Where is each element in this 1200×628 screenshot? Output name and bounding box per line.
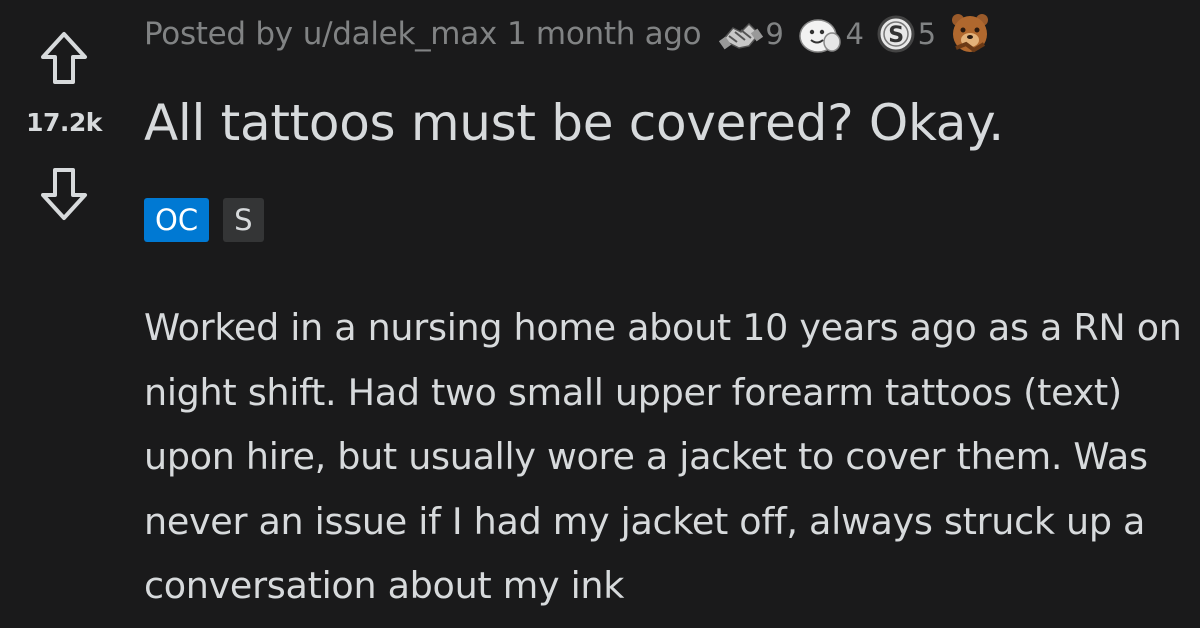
award-handshake[interactable]: 9 <box>719 12 784 56</box>
posted-by-label: Posted by <box>144 16 293 52</box>
bear-award-icon <box>951 14 988 53</box>
awards-list[interactable]: 9 4 S 5 <box>719 10 1003 58</box>
post-meta: Posted by u/dalek_max 1 month ago 9 4 S … <box>144 10 1004 58</box>
oc-flair[interactable]: OC <box>144 198 210 242</box>
post-title[interactable]: All tattoos must be covered? Okay. <box>144 94 1004 152</box>
award-bear[interactable] <box>948 10 992 58</box>
downvote-arrow-icon <box>41 168 87 220</box>
post-timestamp: 1 month ago <box>506 16 702 52</box>
post-body: Worked in a nursing home about 10 years … <box>144 306 1182 607</box>
vote-score: 17.2k <box>26 108 102 137</box>
award-silver[interactable]: S 5 <box>876 12 936 56</box>
award-count: 9 <box>765 17 784 51</box>
downvote-button[interactable] <box>36 164 92 224</box>
award-wholesome[interactable]: 4 <box>796 12 864 56</box>
author-link[interactable]: u/dalek_max <box>303 16 497 52</box>
upvote-button[interactable] <box>36 28 92 88</box>
post-flairs: OC S <box>144 198 278 242</box>
spoiler-flair[interactable]: S <box>223 198 264 242</box>
award-count: 5 <box>917 17 936 51</box>
svg-text:S: S <box>888 23 904 48</box>
wholesome-seal-award-icon <box>798 19 841 53</box>
award-count: 4 <box>845 17 864 51</box>
handshake-award-icon <box>719 22 764 50</box>
silver-coin-award-icon: S <box>877 15 915 53</box>
vote-column: 17.2k <box>0 0 132 628</box>
upvote-arrow-icon <box>41 32 87 84</box>
